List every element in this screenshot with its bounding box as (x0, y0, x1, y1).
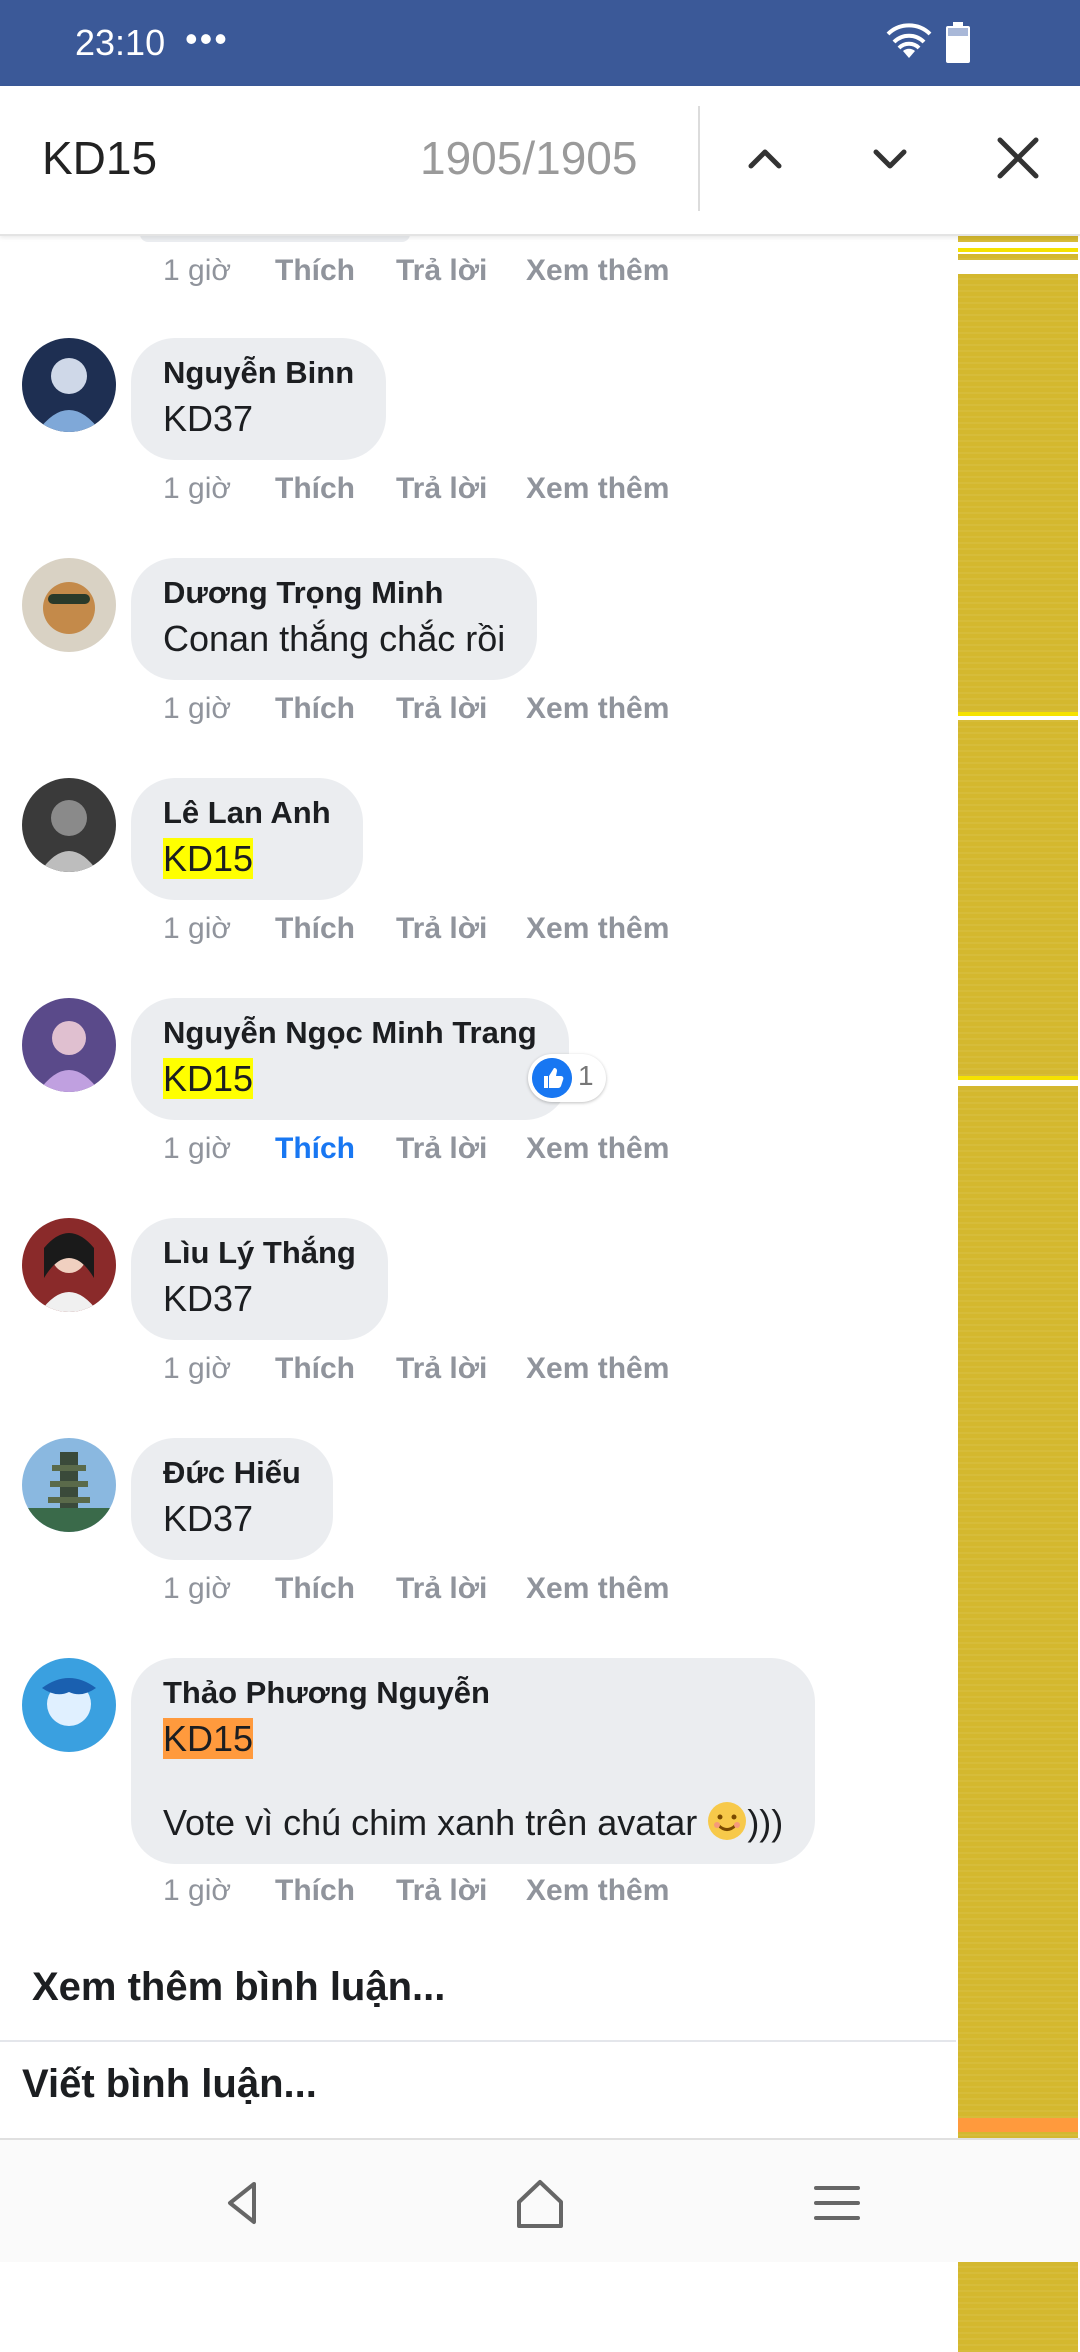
comment-time: 1 giờ (163, 1572, 232, 1605)
comment-text-current-match: KD15 (163, 1718, 254, 1759)
comment-text: Conan thắng chắc rồi (163, 618, 506, 659)
comment-text: KD37 (163, 1278, 254, 1319)
see-more-link[interactable]: Xem thêm (526, 1352, 669, 1386)
comment-author[interactable]: Lê Lan Anh (163, 792, 331, 834)
see-more-link[interactable]: Xem thêm (526, 1874, 669, 1908)
reply-link[interactable]: Trả lời (396, 1874, 487, 1908)
reaction-count: 1 (578, 1060, 594, 1091)
reply-link[interactable]: Trả lời (396, 1352, 487, 1386)
find-match-scrollbar[interactable] (958, 234, 1080, 2352)
comment-text: KD37 (163, 1498, 254, 1539)
avatar[interactable] (22, 998, 116, 1092)
find-match-count: 1905/1905 (420, 132, 638, 184)
comment-time: 1 giờ (163, 1874, 232, 1907)
comment-text: KD37 (163, 398, 254, 439)
like-link[interactable]: Thích (275, 1572, 355, 1606)
comment-author[interactable]: Dương Trọng Minh (163, 572, 505, 614)
menu-icon[interactable] (802, 2168, 872, 2238)
comment-author[interactable]: Nguyễn Ngọc Minh Trang (163, 1012, 537, 1054)
status-time: 23:10 (75, 22, 166, 63)
chevron-up-icon[interactable] (725, 118, 805, 198)
comment-bubble: Thảo Phương Nguyễn KD15 Vote vì chú chim… (131, 1658, 816, 1864)
comment-bubble: Dương Trọng Minh Conan thắng chắc rồi (131, 558, 538, 680)
find-in-page-bar: KD15 1905/1905 (0, 86, 1080, 236)
comment-author[interactable]: Thảo Phương Nguyễn (163, 1672, 783, 1714)
reply-link[interactable]: Trả lời (396, 254, 487, 288)
match-marker (958, 254, 1078, 260)
close-icon[interactable] (978, 118, 1058, 198)
match-marker (958, 248, 1078, 252)
match-marker (958, 274, 1078, 712)
comment-text-line2-suffix: ))) (747, 1802, 784, 1843)
divider (0, 2040, 956, 2042)
comment-bubble: Đức Hiếu KD37 (131, 1438, 333, 1560)
like-link[interactable]: Thích (275, 1874, 355, 1908)
match-marker (958, 720, 1078, 1076)
see-more-link[interactable]: Xem thêm (526, 1572, 669, 1606)
avatar[interactable] (22, 1438, 116, 1532)
reply-link[interactable]: Trả lời (396, 912, 487, 946)
comment-text-search-match: KD15 (163, 838, 254, 879)
comment-time: 1 giờ (163, 1352, 232, 1385)
status-more-dots: ••• (185, 18, 229, 59)
comment-bubble: Lìu Lý Thắng KD37 (131, 1218, 388, 1340)
match-marker (958, 712, 1078, 716)
reply-link[interactable]: Trả lời (396, 1572, 487, 1606)
avatar[interactable] (22, 1218, 116, 1312)
like-link[interactable]: Thích (275, 692, 355, 726)
like-link-active[interactable]: Thích (275, 1132, 355, 1166)
find-bar-divider (698, 106, 700, 211)
comment-bubble: Nguyễn Binn KD37 (131, 338, 387, 460)
like-link[interactable]: Thích (275, 912, 355, 946)
reaction-summary[interactable]: 1 (528, 1054, 606, 1102)
comment-time: 1 giờ (163, 472, 232, 505)
comment-bubble: Lê Lan Anh KD15 (131, 778, 363, 900)
see-more-link[interactable]: Xem thêm (526, 912, 669, 946)
write-comment-input[interactable]: Viết bình luận... (22, 2062, 317, 2107)
see-more-link[interactable]: Xem thêm (526, 692, 669, 726)
back-icon[interactable] (208, 2168, 278, 2238)
comment-time: 1 giờ (163, 692, 232, 725)
like-link[interactable]: Thích (275, 1352, 355, 1386)
comment-author[interactable]: Lìu Lý Thắng (163, 1232, 356, 1274)
see-more-link[interactable]: Xem thêm (526, 472, 669, 506)
like-link[interactable]: Thích (275, 472, 355, 506)
wifi-icon (886, 23, 932, 58)
see-more-link[interactable]: Xem thêm (526, 1132, 669, 1166)
chevron-down-icon[interactable] (850, 118, 930, 198)
find-query-input[interactable]: KD15 (42, 131, 157, 185)
match-marker (958, 1076, 1078, 1080)
thumbs-up-icon (532, 1058, 572, 1098)
current-match-marker (958, 2118, 1078, 2132)
system-navigation-bar (0, 2138, 1080, 2262)
reply-link[interactable]: Trả lời (396, 692, 487, 726)
comment-bubble: Nguyễn Ngọc Minh Trang KD15 (131, 998, 569, 1120)
smile-emoji-icon (707, 1801, 747, 1841)
comment-time: 1 giờ (163, 912, 232, 945)
comment-time: 1 giờ (163, 1132, 232, 1165)
home-icon[interactable] (505, 2168, 575, 2238)
avatar[interactable] (22, 778, 116, 872)
comment-author[interactable]: Nguyễn Binn (163, 352, 354, 394)
avatar[interactable] (22, 558, 116, 652)
comment-text-line2: Vote vì chú chim xanh trên avatar (163, 1802, 698, 1843)
reply-link[interactable]: Trả lời (396, 472, 487, 506)
status-bar: 23:10 ••• (0, 0, 1080, 86)
battery-icon (946, 22, 970, 63)
comment-text-search-match: KD15 (163, 1058, 254, 1099)
avatar[interactable] (22, 338, 116, 432)
see-more-comments-link[interactable]: Xem thêm bình luận... (32, 1965, 445, 2010)
comment-time: 1 giờ (163, 254, 232, 287)
reply-link[interactable]: Trả lời (396, 1132, 487, 1166)
see-more-link[interactable]: Xem thêm (526, 254, 669, 288)
comment-author[interactable]: Đức Hiếu (163, 1452, 301, 1494)
like-link[interactable]: Thích (275, 254, 355, 288)
avatar[interactable] (22, 1658, 116, 1752)
